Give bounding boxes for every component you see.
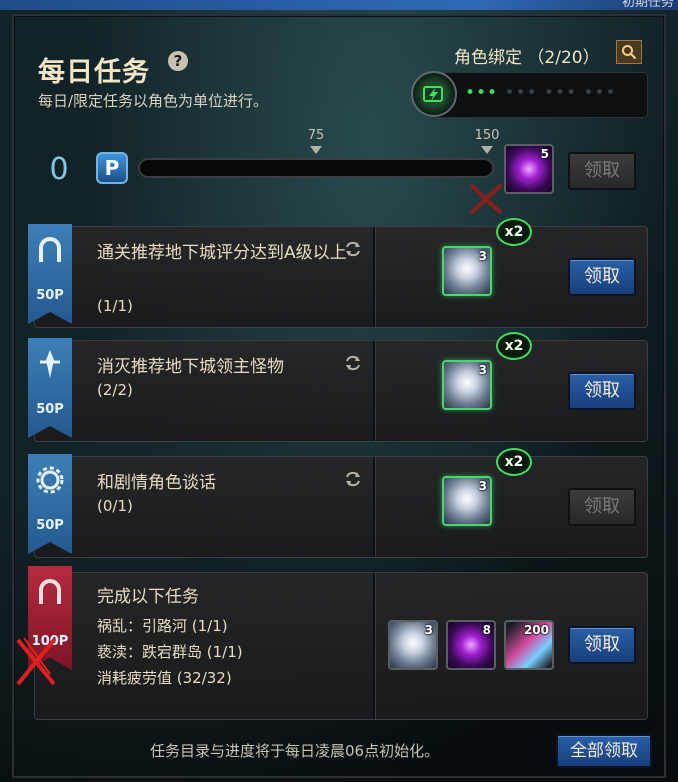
reward-count: 3 bbox=[478, 249, 487, 263]
reward-count: 5 bbox=[540, 147, 549, 161]
task-1-claim-button[interactable]: 领取 bbox=[568, 258, 636, 296]
task-3-claim-button[interactable]: 领取 bbox=[568, 488, 636, 526]
bolt-icon bbox=[411, 71, 457, 117]
page-title: 每日任务 bbox=[38, 57, 150, 88]
task-divider bbox=[373, 341, 376, 441]
task-title: 和剧情角色谈话 bbox=[97, 473, 216, 493]
task-divider bbox=[373, 457, 376, 557]
task-points: 50P bbox=[36, 518, 64, 533]
cross-mark-icon bbox=[16, 637, 56, 686]
search-button[interactable] bbox=[616, 40, 642, 64]
current-points: 0 bbox=[49, 152, 69, 187]
reward-count: 3 bbox=[424, 623, 433, 637]
points-p-icon: P bbox=[96, 152, 128, 184]
reset-note: 任务目录与进度将于每日凌晨06点初始化。 bbox=[150, 742, 440, 760]
task-title: 完成以下任务 bbox=[97, 587, 199, 607]
slot-inactive-dots: ••• ••• ••• bbox=[504, 83, 617, 103]
character-slots: ••• ••• ••• ••• bbox=[411, 71, 648, 118]
slot-active-dots: ••• bbox=[465, 83, 499, 103]
task-4-claim-button[interactable]: 领取 bbox=[568, 626, 636, 664]
task-2-banner: 50P bbox=[28, 338, 72, 438]
milestone-reward-orb-icon[interactable]: 5 bbox=[504, 144, 554, 194]
help-icon[interactable]: ? bbox=[168, 51, 188, 71]
task-title: 通关推荐地下城评分达到A级以上 bbox=[97, 243, 347, 263]
slot-indicators: ••• ••• ••• ••• bbox=[465, 83, 617, 103]
multiplier-badge: x2 bbox=[496, 332, 532, 360]
cross-mark-icon bbox=[469, 183, 503, 215]
task-points: 50P bbox=[36, 402, 64, 417]
reward-count: 8 bbox=[482, 623, 491, 637]
task-divider bbox=[373, 573, 376, 719]
progress-track bbox=[138, 158, 494, 178]
milestone-tick-75 bbox=[310, 146, 322, 154]
milestone-label-75: 75 bbox=[307, 128, 325, 143]
character-bind-label: 角色绑定 （2/20） bbox=[454, 48, 600, 68]
multiplier-badge: x2 bbox=[496, 218, 532, 246]
task-progress: (1/1) bbox=[97, 297, 133, 315]
task-progress: (0/1) bbox=[97, 497, 133, 515]
reward-count: 3 bbox=[478, 479, 487, 493]
refresh-icon[interactable] bbox=[343, 353, 363, 373]
refresh-icon[interactable] bbox=[343, 469, 363, 489]
task-4-reward-orb-icon[interactable]: 8 bbox=[446, 620, 496, 670]
task-3-banner: 50P bbox=[28, 454, 72, 554]
search-icon bbox=[622, 45, 637, 60]
top-strip-text: 初期任务 bbox=[621, 0, 674, 10]
subtask-1: 祸乱：引路河 (1/1) bbox=[97, 617, 228, 635]
task-card-4: 完成以下任务 祸乱：引路河 (1/1) 亵渎：跌宕群岛 (1/1) 消耗疲劳值 … bbox=[34, 572, 648, 720]
reward-count: 200 bbox=[523, 623, 549, 637]
task-2-reward-crystal-icon[interactable]: 3 bbox=[442, 360, 492, 410]
page-subtitle: 每日/限定任务以角色为单位进行。 bbox=[38, 92, 269, 110]
subtask-2: 亵渎：跌宕群岛 (1/1) bbox=[97, 643, 243, 661]
task-1-reward-crystal-icon[interactable]: 3 bbox=[442, 246, 492, 296]
milestone-tick-150 bbox=[481, 146, 493, 154]
milestone-claim-button[interactable]: 领取 bbox=[568, 152, 636, 190]
task-card-3: 和剧情角色谈话 (0/1) bbox=[34, 456, 648, 558]
task-1-banner: 50P bbox=[28, 224, 72, 324]
dagger-icon bbox=[40, 350, 60, 378]
gear-icon bbox=[36, 466, 64, 494]
task-2-claim-button[interactable]: 领取 bbox=[568, 372, 636, 410]
task-4-reward-crystal-icon[interactable]: 3 bbox=[388, 620, 438, 670]
reward-count: 3 bbox=[478, 363, 487, 377]
subtask-3: 消耗疲劳值 (32/32) bbox=[97, 669, 232, 687]
task-points: 50P bbox=[36, 288, 64, 303]
task-progress: (2/2) bbox=[97, 381, 133, 399]
task-title: 消灭推荐地下城领主怪物 bbox=[97, 357, 284, 377]
task-4-reward-gem-icon[interactable]: 200 bbox=[504, 620, 554, 670]
multiplier-badge: x2 bbox=[496, 448, 532, 476]
task-card-1: 通关推荐地下城评分达到A级以上 (1/1) bbox=[34, 226, 648, 328]
milestone-label-150: 150 bbox=[474, 128, 500, 143]
claim-all-button[interactable]: 全部领取 bbox=[556, 734, 652, 768]
arch-icon bbox=[39, 237, 61, 262]
task-card-2: 消灭推荐地下城领主怪物 (2/2) bbox=[34, 340, 648, 442]
refresh-icon[interactable] bbox=[343, 239, 363, 259]
arch-icon bbox=[39, 579, 61, 604]
task-divider bbox=[373, 227, 376, 327]
task-3-reward-crystal-icon[interactable]: 3 bbox=[442, 476, 492, 526]
top-strip: 初期任务 bbox=[0, 0, 678, 10]
